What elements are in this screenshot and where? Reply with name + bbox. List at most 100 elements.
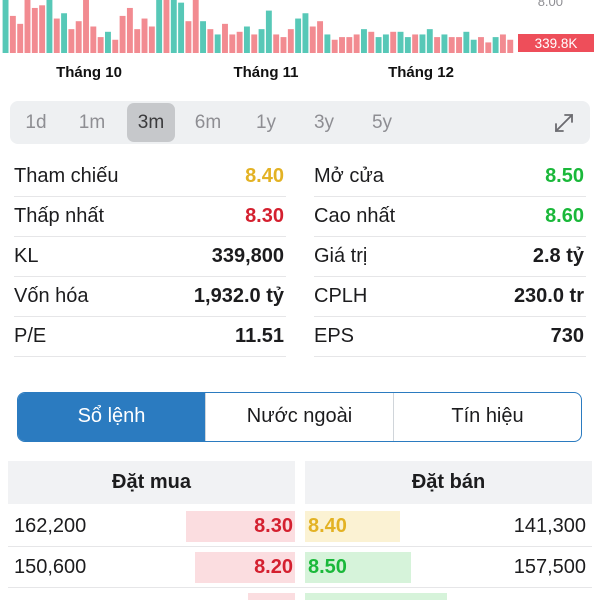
volume-bar bbox=[2, 0, 9, 53]
volume-bar bbox=[68, 29, 75, 53]
ask-price: 8.50 bbox=[308, 556, 347, 578]
row-divider bbox=[8, 587, 592, 588]
ask-volume: 157,500 bbox=[513, 556, 586, 578]
volume-bar bbox=[222, 23, 228, 53]
stat-volume: KL 339,800 bbox=[14, 237, 286, 277]
volume-bar bbox=[17, 23, 24, 53]
stat-value: 8.30 bbox=[245, 205, 284, 227]
volume-bar bbox=[361, 29, 367, 53]
volume-bar bbox=[390, 31, 397, 53]
expand-icon[interactable] bbox=[552, 111, 576, 135]
volume-bar bbox=[9, 15, 16, 53]
tab-order-book[interactable]: Sổ lệnh bbox=[18, 393, 205, 441]
volume-bar bbox=[499, 34, 506, 53]
volume-bar bbox=[375, 37, 382, 53]
volume-bar bbox=[434, 37, 441, 53]
stat-value: 339,800 bbox=[211, 245, 284, 267]
stat-label: Giá trị bbox=[314, 245, 368, 267]
volume-bar bbox=[31, 7, 38, 53]
stat-eps: EPS 730 bbox=[314, 317, 586, 357]
stat-shares-outstanding: CPLH 230.0 tr bbox=[314, 277, 586, 317]
stat-label: Cao nhất bbox=[314, 205, 396, 227]
volume-bar bbox=[492, 37, 499, 53]
stat-pe: P/E 11.51 bbox=[14, 317, 286, 357]
detail-tabs: Sổ lệnh Nước ngoài Tín hiệu bbox=[17, 392, 582, 442]
volume-bar bbox=[419, 34, 426, 53]
range-5y-button[interactable]: 5y bbox=[358, 103, 406, 142]
volume-bar bbox=[412, 34, 419, 53]
volume-bar bbox=[309, 26, 316, 53]
volume-bar bbox=[339, 37, 345, 53]
volume-bar bbox=[397, 31, 404, 53]
volume-chart: 8.00 339.8K bbox=[2, 0, 594, 54]
stat-value: 11.51 bbox=[235, 325, 284, 347]
price-axis-label: 8.00 bbox=[538, 0, 563, 9]
volume-bar bbox=[317, 21, 324, 53]
volume-bar bbox=[134, 29, 141, 53]
volume-bar bbox=[236, 31, 243, 53]
ask-header: Đặt bán bbox=[305, 461, 592, 504]
stat-low: Thấp nhất 8.30 bbox=[14, 197, 286, 237]
volume-bar bbox=[485, 42, 492, 53]
volume-bar bbox=[324, 34, 331, 53]
month-label: Tháng 10 bbox=[56, 64, 122, 81]
range-1d-button[interactable]: 1d bbox=[12, 103, 60, 142]
volume-bar bbox=[185, 21, 192, 53]
tab-signals[interactable]: Tín hiệu bbox=[393, 393, 581, 441]
volume-bar bbox=[141, 18, 148, 53]
volume-bar bbox=[404, 37, 411, 53]
range-6m-button[interactable]: 6m bbox=[184, 103, 232, 142]
volume-bar bbox=[287, 29, 294, 53]
stat-value: 8.60 bbox=[545, 205, 584, 227]
stat-value-traded: Giá trị 2.8 tỷ bbox=[314, 237, 586, 277]
range-3y-button[interactable]: 3y bbox=[300, 103, 348, 142]
stat-high: Cao nhất 8.60 bbox=[314, 197, 586, 237]
volume-bar bbox=[251, 34, 258, 53]
stat-value: 730 bbox=[550, 325, 584, 347]
month-label: Tháng 11 bbox=[233, 64, 299, 81]
volume-bar bbox=[46, 0, 53, 53]
volume-bar bbox=[456, 37, 462, 53]
volume-bar bbox=[170, 0, 177, 53]
bid-volume: 150,600 bbox=[14, 556, 87, 578]
volume-bar bbox=[382, 34, 389, 53]
time-range-selector: 1d 1m 3m 6m 1y 3y 5y bbox=[10, 101, 590, 144]
bid-price: 8.30 bbox=[254, 515, 293, 537]
range-3m-button[interactable]: 3m bbox=[127, 103, 175, 142]
stat-label: CPLH bbox=[314, 285, 368, 307]
stat-label: Tham chiếu bbox=[14, 165, 119, 187]
volume-bar bbox=[112, 39, 119, 53]
volume-bar bbox=[163, 0, 170, 53]
volume-bar bbox=[148, 26, 155, 53]
last-volume-label: 339.8K bbox=[535, 36, 578, 51]
volume-bar bbox=[507, 39, 514, 53]
bid-header: Đặt mua bbox=[8, 461, 295, 504]
volume-bar bbox=[470, 39, 477, 53]
row-divider bbox=[8, 546, 592, 547]
stat-label: Mở cửa bbox=[314, 165, 384, 187]
stat-label: KL bbox=[14, 245, 39, 267]
volume-bar bbox=[331, 39, 338, 53]
volume-bar bbox=[24, 0, 31, 53]
volume-bar bbox=[426, 29, 433, 53]
stat-value: 1,932.0 tỷ bbox=[193, 285, 284, 307]
volume-bar bbox=[478, 37, 484, 53]
volume-bar bbox=[207, 29, 214, 53]
range-1m-button[interactable]: 1m bbox=[68, 103, 116, 142]
stat-value: 8.40 bbox=[245, 165, 284, 187]
volume-bar bbox=[368, 31, 375, 53]
volume-bar bbox=[463, 31, 470, 53]
volume-bar bbox=[178, 2, 185, 53]
volume-bar bbox=[126, 7, 133, 53]
stat-label: P/E bbox=[14, 325, 47, 347]
volume-bar bbox=[156, 0, 163, 53]
tab-foreign[interactable]: Nước ngoài bbox=[205, 393, 393, 441]
stat-label: Vốn hóa bbox=[14, 285, 89, 307]
stat-open: Mở cửa 8.50 bbox=[314, 157, 586, 197]
stat-value: 8.50 bbox=[545, 165, 584, 187]
stat-value: 2.8 tỷ bbox=[532, 245, 584, 267]
month-label: Tháng 12 bbox=[388, 64, 454, 81]
range-1y-button[interactable]: 1y bbox=[242, 103, 290, 142]
volume-bar bbox=[105, 31, 111, 53]
volume-bar bbox=[90, 26, 97, 53]
